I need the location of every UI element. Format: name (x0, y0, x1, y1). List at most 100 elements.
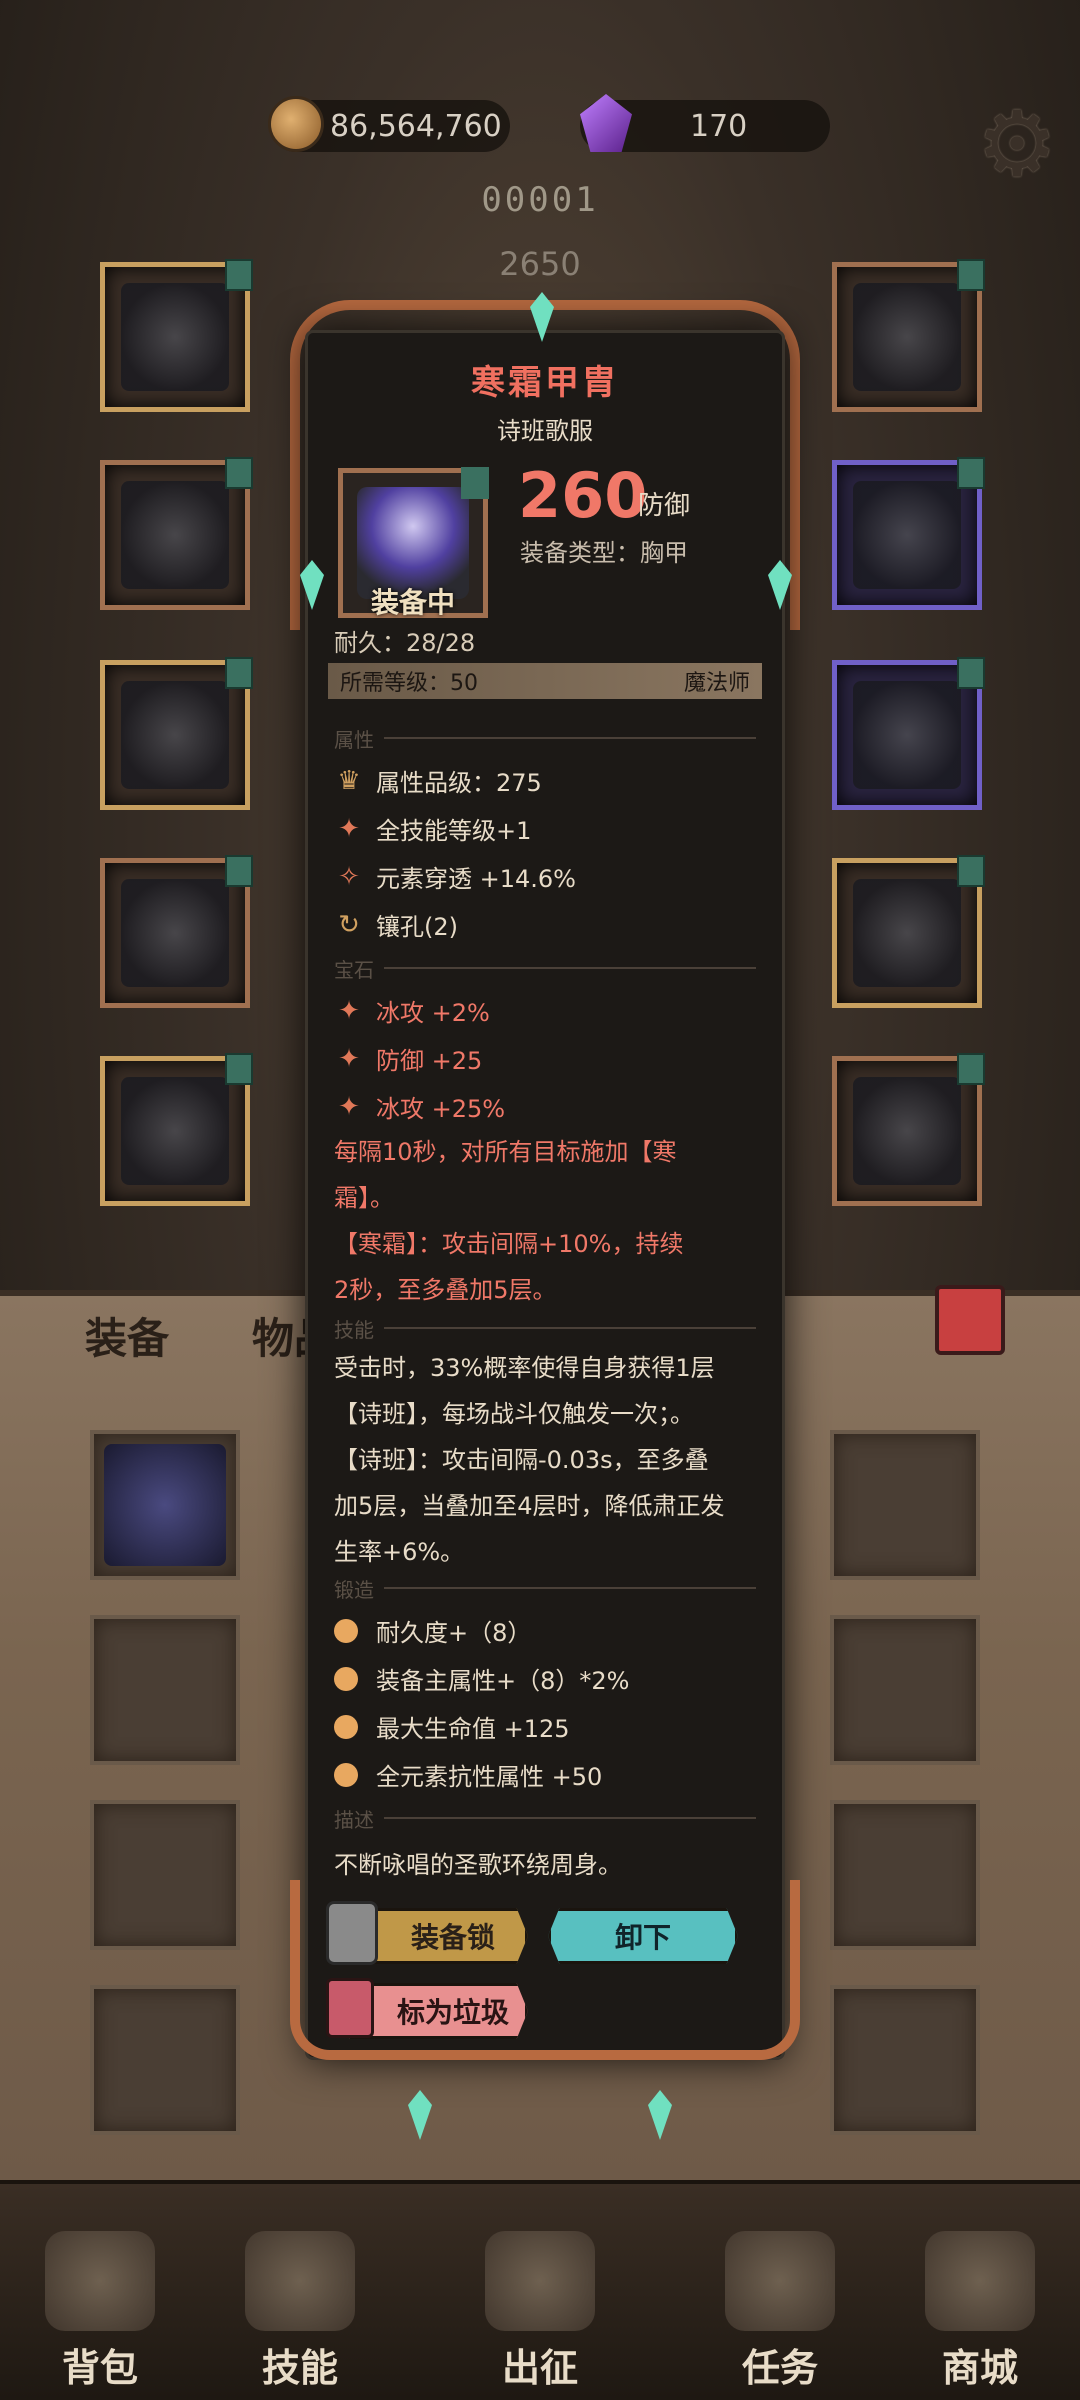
description-text: 不断咏唱的圣歌环绕周身。 (334, 1851, 622, 1879)
bag-slot[interactable] (90, 1615, 240, 1765)
defense-value: 260 (518, 459, 648, 532)
gem-icon (580, 94, 632, 152)
bag-slot[interactable] (90, 1800, 240, 1950)
equip-slot-ring[interactable] (832, 457, 985, 610)
settings-gear-icon[interactable]: ⚙ (972, 100, 1062, 190)
slot-tag-icon (225, 259, 253, 291)
nav-backpack[interactable]: 背包 (0, 2231, 200, 2392)
coin-amount: 86,564,760 (330, 108, 502, 144)
skill-text: 受击时，33%概率使得自身获得1层 【诗班】，每场战斗仅触发一次；。 【诗班】：… (334, 1345, 756, 1575)
forge-dot-icon (334, 1762, 358, 1787)
forge-row: 全元素抗性属性 +50 (334, 1757, 602, 1792)
quest-scroll-icon (725, 2231, 835, 2331)
attribute-row: ↻ 镶孔(2) (334, 907, 458, 942)
nav-label: 背包 (61, 2346, 138, 2390)
equip-slot-armor[interactable] (100, 457, 253, 610)
defense-label: 防御 (638, 491, 691, 521)
expedition-icon (485, 2231, 595, 2331)
section-title: 属性 (334, 727, 374, 752)
weapon-icon (853, 879, 961, 987)
shop-icon (925, 2231, 1035, 2331)
item-detail-panel: 寒霜甲胄 诗班歌服 装备中 260 防御 装备类型：胸甲 耐久：28/28 所需… (305, 330, 785, 2060)
equip-slot-gloves[interactable] (100, 657, 253, 810)
skill-line: 【诗班】：攻击间隔-0.03s，至多叠 (334, 1446, 709, 1474)
section-gems: 宝石 (334, 953, 756, 983)
section-title: 技能 (334, 1317, 374, 1342)
attribute-row: ✦ 全技能等级+1 (334, 811, 531, 846)
nav-skills[interactable]: 技能 (200, 2231, 400, 2392)
trash-icon[interactable] (935, 1285, 1005, 1355)
pants-icon (121, 879, 229, 987)
unequip-button[interactable]: 卸下 (548, 1908, 738, 1964)
nav-label: 任务 (741, 2346, 818, 2390)
slot-tag-icon (225, 657, 253, 689)
bottom-nav: 背包 技能 出征 任务 商城 (0, 2180, 1080, 2400)
lock-icon (326, 1901, 378, 1965)
forge-dot-icon (334, 1714, 358, 1739)
bag-slot[interactable] (830, 1430, 980, 1580)
gem-effect-line: 【寒霜】：攻击间隔+10%，持续 (334, 1230, 684, 1258)
item-set-name: 诗班歌服 (497, 417, 593, 445)
slot-tag-icon (225, 457, 253, 489)
equipment-type: 装备类型：胸甲 (520, 539, 688, 567)
necklace-icon (853, 283, 961, 391)
rank-icon: ♛ (337, 765, 361, 796)
nav-expedition[interactable]: 出征 (440, 2231, 640, 2392)
equipped-label: 装备中 (370, 586, 455, 619)
gloves-icon (121, 681, 229, 789)
attribute-text: 镶孔(2) (376, 913, 458, 941)
skill-book-icon (245, 2231, 355, 2331)
bag-slot[interactable] (830, 1615, 980, 1765)
slot-tag-icon (225, 1053, 253, 1085)
equip-slot-necklace[interactable] (832, 259, 985, 412)
skill-level-icon: ✦ (338, 813, 360, 844)
coin-icon (268, 96, 324, 152)
coin-counter: 86,564,760 (268, 96, 510, 152)
gem-text: 冰攻 +2% (376, 999, 490, 1027)
amulet-icon (853, 681, 961, 789)
gem-effect-text: 每隔10秒，对所有目标施加【寒 霜】。 【寒霜】：攻击间隔+10%，持续 2秒，… (334, 1129, 756, 1313)
equip-slot-amulet[interactable] (832, 657, 985, 810)
durability: 耐久：28/28 (334, 629, 476, 657)
slot-tag-icon (957, 1053, 985, 1085)
equip-slot-pants[interactable] (100, 855, 253, 1008)
required-class: 魔法师 (683, 671, 750, 696)
helmet-icon (121, 283, 229, 391)
item-name: 寒霜甲胄 (471, 363, 619, 403)
backpack-icon (45, 2231, 155, 2331)
equip-slot-offhand[interactable] (832, 1053, 985, 1206)
equip-slot-weapon[interactable] (832, 855, 985, 1008)
gem-row: ✦ 冰攻 +2% (334, 993, 490, 1028)
attribute-text: 全技能等级+1 (376, 817, 532, 845)
slot-tag-icon (461, 467, 489, 499)
forge-dot-icon (334, 1666, 358, 1691)
currency-bar: 86,564,760 170 (0, 90, 1080, 160)
bag-slot[interactable] (830, 1800, 980, 1950)
gem-effect-line: 霜】。 (334, 1184, 394, 1212)
required-level: 所需等级：50 (340, 671, 478, 696)
bag-slot[interactable] (90, 1985, 240, 2135)
forge-row: 最大生命值 +125 (334, 1709, 570, 1744)
boots-icon (121, 1077, 229, 1185)
skill-line: 加5层，当叠加至4层时，降低肃正发 (334, 1492, 725, 1520)
section-description: 描述 (334, 1803, 756, 1833)
bag-slot[interactable] (90, 1430, 240, 1580)
tab-equipment[interactable]: 装备 (85, 1305, 169, 1366)
forge-text: 耐久度+（8） (376, 1619, 532, 1647)
bag-slot[interactable] (830, 1985, 980, 2135)
nav-label: 商城 (941, 2346, 1018, 2390)
forge-text: 最大生命值 +125 (376, 1715, 570, 1743)
nav-shop[interactable]: 商城 (880, 2231, 1080, 2392)
gem-counter: 170 (580, 94, 830, 152)
ring-icon (853, 481, 961, 589)
socket-icon: ↻ (338, 909, 360, 940)
equip-slot-helmet[interactable] (100, 259, 253, 412)
slot-tag-icon (957, 855, 985, 887)
gem-row: ✦ 防御 +25 (334, 1041, 482, 1076)
nav-quests[interactable]: 任务 (680, 2231, 880, 2392)
player-level: 00001 (481, 180, 599, 220)
slot-tag-icon (957, 259, 985, 291)
equip-slot-boots[interactable] (100, 1053, 253, 1206)
attribute-text: 属性品级：275 (376, 769, 542, 797)
skill-line: 受击时，33%概率使得自身获得1层 (334, 1354, 715, 1382)
